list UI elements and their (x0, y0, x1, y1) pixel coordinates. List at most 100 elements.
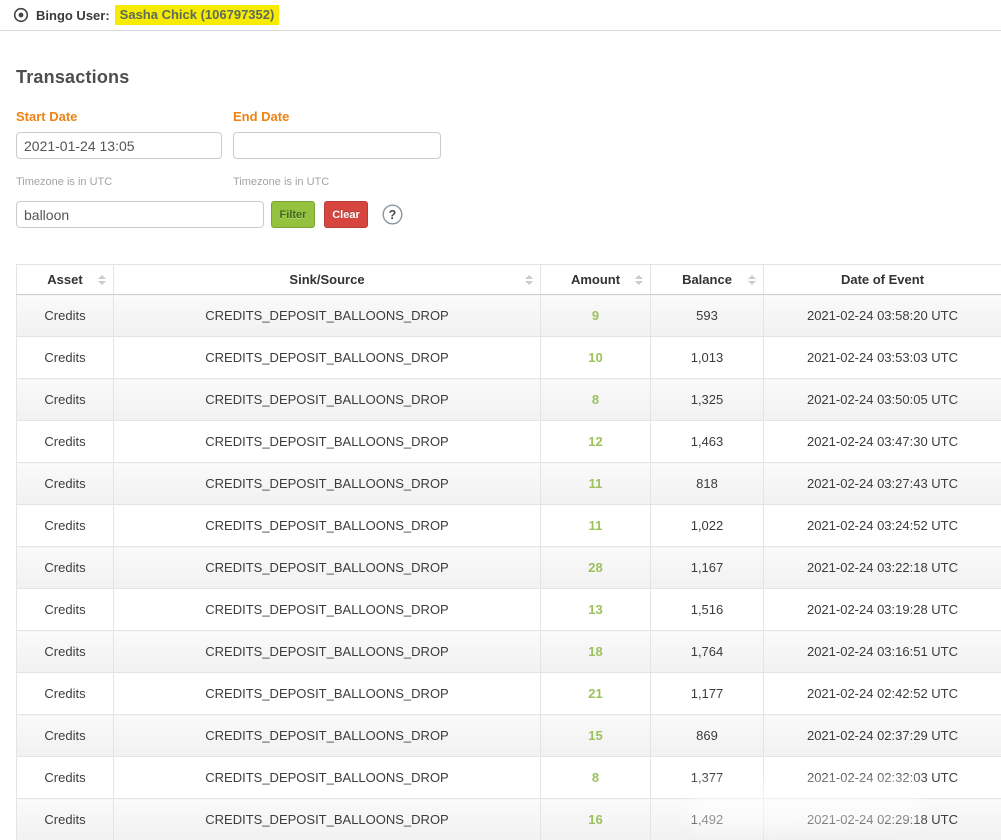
table-header-row: Asset Sink/Source Amount Balance (17, 265, 1001, 295)
column-header-label: Balance (682, 272, 732, 287)
amount-cell: 18 (541, 631, 651, 673)
amount-cell: 28 (541, 547, 651, 589)
sink-source-cell: CREDITS_DEPOSIT_BALLOONS_DROP (114, 337, 541, 379)
balance-cell: 818 (651, 463, 764, 505)
asset-cell: Credits (17, 463, 114, 505)
sink-source-cell: CREDITS_DEPOSIT_BALLOONS_DROP (114, 631, 541, 673)
filter-button[interactable]: Filter (271, 201, 315, 228)
end-date-input[interactable] (233, 132, 441, 159)
clear-button[interactable]: Clear (324, 201, 368, 228)
end-date-field: End Date Timezone is in UTC (233, 109, 441, 188)
date-of-event-cell: 2021-02-24 03:19:28 UTC (764, 589, 1001, 631)
balance-cell: 593 (651, 295, 764, 337)
record-icon (13, 7, 29, 23)
table-row: Credits CREDITS_DEPOSIT_BALLOONS_DROP 9 … (17, 295, 1001, 337)
table-row: Credits CREDITS_DEPOSIT_BALLOONS_DROP 15… (17, 715, 1001, 757)
end-date-label: End Date (233, 109, 441, 124)
sink-source-cell: CREDITS_DEPOSIT_BALLOONS_DROP (114, 673, 541, 715)
amount-cell: 12 (541, 421, 651, 463)
transactions-table: Asset Sink/Source Amount Balance (16, 264, 1001, 840)
date-of-event-cell: 2021-02-24 03:53:03 UTC (764, 337, 1001, 379)
balance-cell: 1,022 (651, 505, 764, 547)
sort-icon (98, 275, 106, 285)
table-row: Credits CREDITS_DEPOSIT_BALLOONS_DROP 13… (17, 589, 1001, 631)
balance-cell: 1,177 (651, 673, 764, 715)
column-header-date-of-event: Date of Event (764, 265, 1001, 295)
sort-icon (635, 275, 643, 285)
asset-cell: Credits (17, 379, 114, 421)
amount-cell: 21 (541, 673, 651, 715)
user-name-link[interactable]: Sasha Chick (106797352) (115, 5, 280, 25)
asset-cell: Credits (17, 673, 114, 715)
asset-cell: Credits (17, 547, 114, 589)
asset-cell: Credits (17, 799, 114, 840)
search-input[interactable] (16, 201, 264, 228)
end-date-timezone-note: Timezone is in UTC (233, 176, 441, 188)
amount-cell: 9 (541, 295, 651, 337)
page-title: Transactions (16, 67, 1001, 88)
column-header-label: Sink/Source (289, 272, 364, 287)
table-row: Credits CREDITS_DEPOSIT_BALLOONS_DROP 28… (17, 547, 1001, 589)
amount-cell: 11 (541, 463, 651, 505)
date-of-event-cell: 2021-02-24 03:27:43 UTC (764, 463, 1001, 505)
help-icon[interactable]: ? (382, 204, 403, 225)
balance-cell: 1,463 (651, 421, 764, 463)
start-date-label: Start Date (16, 109, 222, 124)
table-row: Credits CREDITS_DEPOSIT_BALLOONS_DROP 12… (17, 421, 1001, 463)
amount-cell: 8 (541, 379, 651, 421)
date-of-event-cell: 2021-02-24 03:24:52 UTC (764, 505, 1001, 547)
date-of-event-cell: 2021-02-24 03:16:51 UTC (764, 631, 1001, 673)
column-header-label: Asset (47, 272, 82, 287)
date-of-event-cell: 2021-02-24 03:47:30 UTC (764, 421, 1001, 463)
balance-cell: 1,377 (651, 757, 764, 799)
column-header-amount[interactable]: Amount (541, 265, 651, 295)
svg-text:?: ? (389, 208, 397, 222)
balance-cell: 1,167 (651, 547, 764, 589)
date-of-event-cell: 2021-02-24 02:32:03 UTC (764, 757, 1001, 799)
asset-cell: Credits (17, 337, 114, 379)
date-of-event-cell: 2021-02-24 02:29:18 UTC (764, 799, 1001, 840)
sink-source-cell: CREDITS_DEPOSIT_BALLOONS_DROP (114, 547, 541, 589)
asset-cell: Credits (17, 715, 114, 757)
balance-cell: 1,516 (651, 589, 764, 631)
column-header-asset[interactable]: Asset (17, 265, 114, 295)
sink-source-cell: CREDITS_DEPOSIT_BALLOONS_DROP (114, 505, 541, 547)
sink-source-cell: CREDITS_DEPOSIT_BALLOONS_DROP (114, 715, 541, 757)
balance-cell: 869 (651, 715, 764, 757)
balance-cell: 1,325 (651, 379, 764, 421)
column-header-label: Date of Event (841, 272, 924, 287)
start-date-input[interactable] (16, 132, 222, 159)
sink-source-cell: CREDITS_DEPOSIT_BALLOONS_DROP (114, 589, 541, 631)
table-row: Credits CREDITS_DEPOSIT_BALLOONS_DROP 8 … (17, 757, 1001, 799)
column-header-label: Amount (571, 272, 620, 287)
date-of-event-cell: 2021-02-24 02:37:29 UTC (764, 715, 1001, 757)
top-navbar: Bingo User: Sasha Chick (106797352) (0, 0, 1001, 31)
start-date-timezone-note: Timezone is in UTC (16, 176, 222, 188)
asset-cell: Credits (17, 421, 114, 463)
date-of-event-cell: 2021-02-24 03:58:20 UTC (764, 295, 1001, 337)
sort-icon (525, 275, 533, 285)
table-row: Credits CREDITS_DEPOSIT_BALLOONS_DROP 21… (17, 673, 1001, 715)
sort-icon (748, 275, 756, 285)
sink-source-cell: CREDITS_DEPOSIT_BALLOONS_DROP (114, 799, 541, 840)
table-row: Credits CREDITS_DEPOSIT_BALLOONS_DROP 11… (17, 463, 1001, 505)
asset-cell: Credits (17, 589, 114, 631)
amount-cell: 11 (541, 505, 651, 547)
amount-cell: 16 (541, 799, 651, 840)
asset-cell: Credits (17, 295, 114, 337)
amount-cell: 10 (541, 337, 651, 379)
date-of-event-cell: 2021-02-24 02:42:52 UTC (764, 673, 1001, 715)
sink-source-cell: CREDITS_DEPOSIT_BALLOONS_DROP (114, 421, 541, 463)
asset-cell: Credits (17, 505, 114, 547)
column-header-balance[interactable]: Balance (651, 265, 764, 295)
table-row: Credits CREDITS_DEPOSIT_BALLOONS_DROP 16… (17, 799, 1001, 840)
table-row: Credits CREDITS_DEPOSIT_BALLOONS_DROP 8 … (17, 379, 1001, 421)
main-content: Transactions Start Date Timezone is in U… (0, 67, 1001, 840)
table-row: Credits CREDITS_DEPOSIT_BALLOONS_DROP 10… (17, 337, 1001, 379)
column-header-sink-source[interactable]: Sink/Source (114, 265, 541, 295)
date-of-event-cell: 2021-02-24 03:22:18 UTC (764, 547, 1001, 589)
table-row: Credits CREDITS_DEPOSIT_BALLOONS_DROP 11… (17, 505, 1001, 547)
date-of-event-cell: 2021-02-24 03:50:05 UTC (764, 379, 1001, 421)
transactions-page: Bingo User: Sasha Chick (106797352) Tran… (0, 0, 1001, 840)
sink-source-cell: CREDITS_DEPOSIT_BALLOONS_DROP (114, 379, 541, 421)
